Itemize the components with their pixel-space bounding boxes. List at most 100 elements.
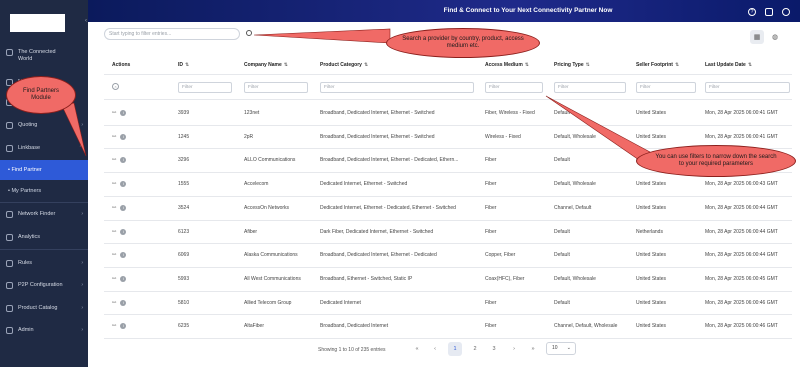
cell-id: 5810: [178, 299, 190, 306]
link-icon[interactable]: ⚯: [112, 323, 116, 329]
row-actions: ⚯ i: [112, 252, 127, 259]
chevron-right-icon: ›: [81, 282, 83, 288]
sidebar-item-linkbase[interactable]: Linkbase ⌃: [0, 138, 88, 158]
column-header-access-medium[interactable]: Access Medium ⇅: [485, 62, 529, 68]
filter-input-medium[interactable]: Filter: [485, 82, 543, 93]
cell-last-update-date: Mon, 28 Apr 2025 06:00:43 GMT: [705, 181, 778, 188]
filter-divider: [104, 99, 792, 100]
link-icon[interactable]: ⚯: [112, 229, 116, 235]
info-icon[interactable]: i: [120, 181, 127, 188]
link-icon[interactable]: ⚯: [112, 181, 116, 187]
rules-icon: [6, 259, 13, 267]
info-icon[interactable]: i: [120, 133, 127, 140]
cell-id: 6235: [178, 323, 190, 330]
filter-input-company[interactable]: Filter: [244, 82, 308, 93]
page-1-button[interactable]: 1: [448, 342, 462, 356]
sort-icon[interactable]: ⇅: [525, 62, 529, 68]
filter-input-date[interactable]: Filter: [705, 82, 790, 93]
link-icon[interactable]: ⚯: [112, 134, 116, 140]
cell-pricing-type: Default, Wholesale: [554, 133, 596, 140]
cell-access-medium: Fiber: [485, 157, 497, 164]
filter-input-footprint[interactable]: Filter: [636, 82, 696, 93]
sort-icon[interactable]: ⇅: [748, 62, 752, 68]
link-icon[interactable]: ⚯: [112, 157, 116, 163]
row-divider: [104, 124, 792, 126]
cell-seller-footprint: United States: [636, 299, 667, 306]
bell-icon[interactable]: [765, 8, 773, 16]
column-header-pricing-type[interactable]: Pricing Type ⇅: [554, 62, 590, 68]
sort-icon[interactable]: ⇅: [284, 62, 288, 68]
cell-product-category: Broadband, Dedicated Internet, Ethernet …: [320, 110, 435, 116]
page-size-select[interactable]: 10 ⌄: [546, 342, 576, 355]
filter-input-category[interactable]: Filter: [320, 82, 474, 93]
link-icon[interactable]: ⚯: [112, 110, 116, 116]
sidebar-item-p2p-configuration[interactable]: P2P Configuration ›: [0, 275, 88, 295]
cell-product-category: Broadband, Dedicated Internet: [320, 323, 389, 330]
column-header-last-update-date[interactable]: Last Update Date ⇅: [705, 62, 752, 68]
sidebar-item-my-partners[interactable]: • My Partners: [0, 181, 88, 201]
filter-input-id[interactable]: Filter: [178, 82, 232, 93]
page-size-value: 10: [552, 345, 558, 351]
help-icon[interactable]: ?: [748, 8, 756, 16]
clear-filters-icon[interactable]: ×: [112, 83, 119, 90]
chevron-right-icon: ›: [81, 327, 83, 333]
last-page-button[interactable]: »: [526, 342, 540, 356]
column-header-seller-footprint[interactable]: Seller Footprint ⇅: [636, 62, 679, 68]
info-icon[interactable]: i: [120, 204, 127, 211]
page-2-button[interactable]: 2: [468, 342, 482, 356]
info-icon[interactable]: i: [120, 275, 127, 282]
info-icon[interactable]: i: [120, 157, 127, 164]
row-actions: ⚯ i: [112, 299, 127, 306]
sort-icon[interactable]: ⇅: [675, 62, 679, 68]
info-icon[interactable]: i: [120, 323, 127, 330]
info-icon[interactable]: i: [120, 299, 127, 306]
prev-page-button[interactable]: ‹: [428, 342, 442, 356]
cell-product-category: Dark Fiber, Dedicated Internet, Ethernet…: [320, 228, 434, 235]
sort-icon[interactable]: ⇅: [364, 62, 368, 68]
chevron-down-icon: ⌄: [566, 345, 571, 351]
link-icon[interactable]: ⚯: [112, 252, 116, 258]
cell-seller-footprint: United States: [636, 275, 667, 282]
first-page-button[interactable]: «: [410, 342, 424, 356]
sidebar-divider: [0, 249, 88, 250]
collapse-sidebar-icon[interactable]: ‹: [85, 18, 87, 24]
sidebar-item-rules[interactable]: Rules ›: [0, 253, 88, 273]
cell-product-category: Broadband, Dedicated Internet, Ethernet …: [320, 157, 459, 164]
map-view-button[interactable]: ◍: [768, 30, 782, 44]
column-header-company-name[interactable]: Company Name ⇅: [244, 62, 288, 68]
gear-icon: [6, 326, 13, 334]
row-divider: [104, 195, 792, 197]
page-3-button[interactable]: 3: [487, 342, 501, 356]
info-icon[interactable]: i: [120, 228, 127, 235]
cell-id: 1245: [178, 133, 190, 140]
user-icon[interactable]: [782, 8, 790, 16]
info-icon[interactable]: i: [120, 252, 127, 259]
sidebar-item-label: Linkbase: [18, 145, 41, 151]
info-icon[interactable]: i: [120, 110, 127, 116]
sort-icon[interactable]: ⇅: [185, 62, 189, 68]
filter-input-pricing[interactable]: Filter: [554, 82, 626, 93]
sidebar-item-quoting[interactable]: Quoting ›: [0, 115, 88, 135]
search-icon[interactable]: [246, 30, 252, 36]
search-input[interactable]: Start typing to filter entries...: [104, 28, 240, 40]
link-icon[interactable]: ⚯: [112, 276, 116, 282]
column-header-product-category[interactable]: Product Category ⇅: [320, 62, 368, 68]
cell-company-name: Alaska Communications: [244, 252, 298, 259]
sidebar-item-network-finder[interactable]: Network Finder ›: [0, 204, 88, 224]
sidebar-item-find-partner[interactable]: • Find Partner: [0, 160, 88, 180]
grid-view-button[interactable]: ▦: [750, 30, 764, 44]
sidebar-item-admin[interactable]: Admin ›: [0, 320, 88, 340]
cell-product-category: Dedicated Internet, Ethernet - Switched: [320, 181, 408, 188]
cell-pricing-type: Default: [554, 110, 570, 116]
cell-seller-footprint: United States: [636, 204, 667, 211]
sort-icon[interactable]: ⇅: [586, 62, 590, 68]
next-page-button[interactable]: ›: [507, 342, 521, 356]
sidebar-item-product-catalog[interactable]: Product Catalog ›: [0, 298, 88, 318]
sidebar-item-connected-world[interactable]: The Connected World: [0, 46, 88, 70]
link-icon[interactable]: ⚯: [112, 300, 116, 306]
link-icon[interactable]: ⚯: [112, 205, 116, 211]
column-header-id[interactable]: ID ⇅: [178, 62, 189, 68]
sidebar-item-analytics[interactable]: Analytics: [0, 227, 88, 247]
row-actions: ⚯ i: [112, 133, 127, 140]
cell-company-name: Afiber: [244, 228, 258, 235]
